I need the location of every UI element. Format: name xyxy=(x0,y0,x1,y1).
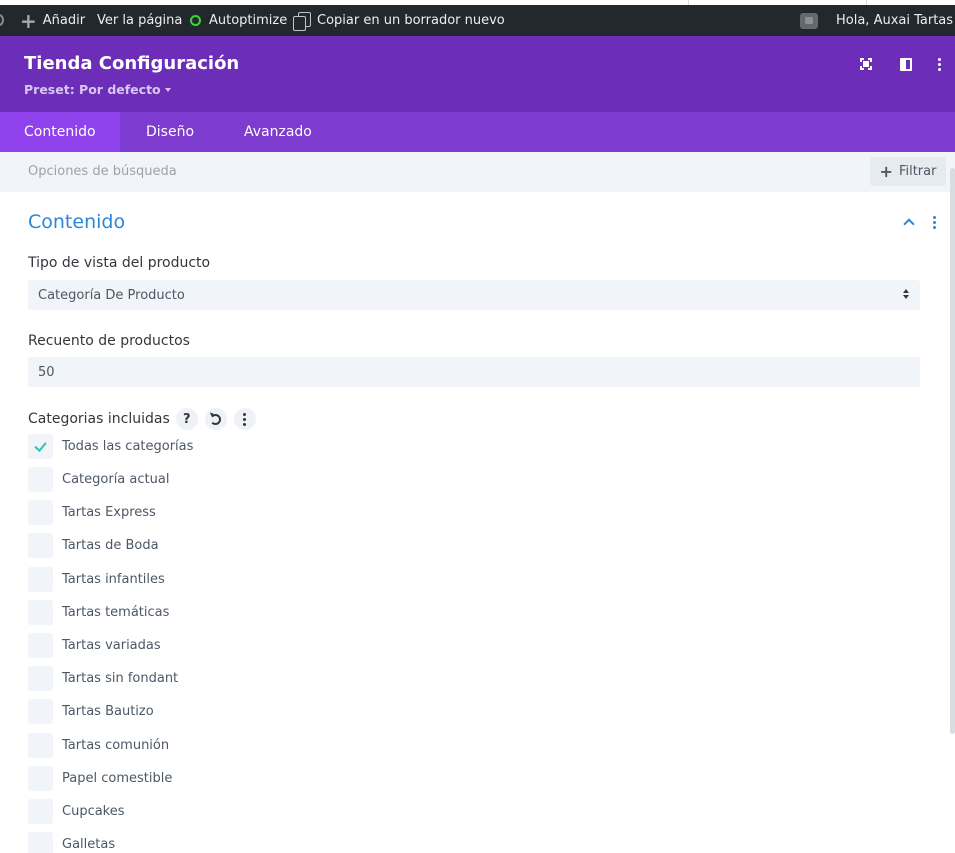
section-title[interactable]: Contenido xyxy=(28,211,125,233)
category-checkbox-row[interactable]: Todas las categorías xyxy=(28,434,193,459)
view-type-select[interactable]: Categoría De Producto xyxy=(28,280,920,310)
category-checkbox-row[interactable]: Tartas sin fondant xyxy=(28,666,178,691)
product-count-label: Recuento de productos xyxy=(28,333,190,349)
category-checkbox-row[interactable]: Tartas temáticas xyxy=(28,600,169,625)
category-checkbox-row[interactable]: Tartas de Boda xyxy=(28,533,159,558)
options-search-input[interactable]: Opciones de búsqueda xyxy=(28,164,177,179)
category-label: Tartas Bautizo xyxy=(62,704,154,719)
category-checkbox-row[interactable]: Cupcakes xyxy=(28,799,125,824)
options-search-bar: Opciones de búsqueda + Filtrar xyxy=(0,152,955,192)
product-count-input[interactable]: 50 xyxy=(28,357,920,387)
category-checkbox-row[interactable]: Tartas variadas xyxy=(28,633,161,658)
add-new-label: Añadir xyxy=(42,13,86,28)
categories-label-row: Categorias incluidas ? xyxy=(28,407,263,431)
category-label: Tartas Express xyxy=(62,505,156,520)
snap-sidebar-button[interactable] xyxy=(896,54,916,74)
caret-down-icon xyxy=(164,87,171,92)
user-account-menu[interactable]: Hola, Auxai Tartas xyxy=(800,5,955,36)
checkbox[interactable] xyxy=(28,533,53,558)
checkbox[interactable] xyxy=(28,666,53,691)
category-label: Cupcakes xyxy=(62,804,125,819)
category-label: Tartas infantiles xyxy=(62,572,165,587)
help-icon: ? xyxy=(182,411,191,427)
checkbox[interactable] xyxy=(28,699,53,724)
filter-label: Filtrar xyxy=(898,164,937,179)
expand-icon xyxy=(860,58,872,70)
category-label: Tartas sin fondant xyxy=(62,671,179,686)
category-checkbox-row[interactable]: Tartas Bautizo xyxy=(28,699,154,724)
add-new-menu[interactable]: + Añadir xyxy=(20,5,85,36)
plus-icon: + xyxy=(879,162,893,181)
field-more-button[interactable] xyxy=(233,408,256,430)
category-checkbox-row[interactable]: Tartas Express xyxy=(28,500,156,525)
preset-label: Preset: Por defecto xyxy=(24,82,161,97)
tab-contenido[interactable]: Contenido xyxy=(0,112,120,152)
checkbox[interactable] xyxy=(28,600,53,625)
settings-modal-header: Tienda Configuración Preset: Por defecto xyxy=(0,36,955,112)
tab-avanzado[interactable]: Avanzado xyxy=(218,112,338,152)
split-panel-icon xyxy=(900,57,912,71)
copy-icon xyxy=(293,12,311,31)
section-more-icon[interactable] xyxy=(933,216,936,229)
category-label: Tartas variadas xyxy=(62,638,161,653)
checkbox[interactable] xyxy=(28,733,53,758)
checkbox[interactable] xyxy=(28,633,53,658)
category-label: Tartas temáticas xyxy=(62,605,170,620)
checkbox[interactable] xyxy=(28,799,53,824)
category-label: Papel comestible xyxy=(62,771,173,786)
more-vertical-icon xyxy=(937,57,941,71)
status-ring-icon xyxy=(190,15,201,26)
more-vertical-icon xyxy=(243,412,247,426)
filter-button[interactable]: + Filtrar xyxy=(870,157,946,186)
category-label: Categoría actual xyxy=(62,472,170,487)
category-checkbox-row[interactable]: Categoría actual xyxy=(28,467,169,492)
copy-draft-link[interactable]: Copiar en un borrador nuevo xyxy=(293,5,505,36)
category-label: Tartas de Boda xyxy=(62,538,159,553)
copy-draft-label: Copiar en un borrador nuevo xyxy=(317,13,505,28)
preset-dropdown[interactable]: Preset: Por defecto xyxy=(24,82,171,97)
chevron-up-icon[interactable] xyxy=(903,218,915,230)
tab-diseno[interactable]: Diseño xyxy=(120,112,218,152)
category-checkbox-row[interactable]: Papel comestible xyxy=(28,766,172,791)
reset-icon xyxy=(210,413,222,425)
admin-bar: + Añadir Ver la página Autoptimize Copia… xyxy=(0,5,955,36)
autoptimize-label: Autoptimize xyxy=(209,13,288,28)
categories-label: Categorias incluidas xyxy=(28,411,170,427)
checkbox[interactable] xyxy=(28,832,53,853)
category-label: Tartas comunión xyxy=(62,738,170,753)
help-button[interactable]: ? xyxy=(175,408,198,430)
modal-title: Tienda Configuración xyxy=(24,53,240,74)
checkbox[interactable] xyxy=(28,434,53,459)
checkbox[interactable] xyxy=(28,567,53,592)
category-checkbox-row[interactable]: Tartas comunión xyxy=(28,733,169,758)
user-greeting: Hola, Auxai Tartas xyxy=(836,13,954,28)
modal-more-button[interactable] xyxy=(929,54,949,74)
comments-icon xyxy=(800,12,818,29)
fullscreen-button[interactable] xyxy=(856,54,876,74)
checkbox[interactable] xyxy=(28,500,53,525)
tab-bar: Contenido Diseño Avanzado xyxy=(0,112,955,152)
view-page-label: Ver la página xyxy=(97,13,183,28)
plus-icon: + xyxy=(20,8,37,33)
autoptimize-menu[interactable]: Autoptimize xyxy=(190,5,287,36)
view-page-link[interactable]: Ver la página xyxy=(97,5,182,36)
checkbox[interactable] xyxy=(28,766,53,791)
category-checkbox-row[interactable]: Galletas xyxy=(28,832,115,853)
wordpress-logo-icon[interactable] xyxy=(0,14,4,26)
category-label: Galletas xyxy=(62,837,116,852)
category-label: Todas las categorías xyxy=(62,439,194,454)
scrollbar-thumb[interactable] xyxy=(950,168,955,734)
view-type-label: Tipo de vista del producto xyxy=(28,255,211,271)
reset-button[interactable] xyxy=(204,408,227,430)
checkbox[interactable] xyxy=(28,467,53,492)
select-arrows-icon xyxy=(903,289,910,301)
view-type-value: Categoría De Producto xyxy=(38,287,185,303)
product-count-value: 50 xyxy=(38,364,55,380)
category-checkbox-row[interactable]: Tartas infantiles xyxy=(28,567,165,592)
